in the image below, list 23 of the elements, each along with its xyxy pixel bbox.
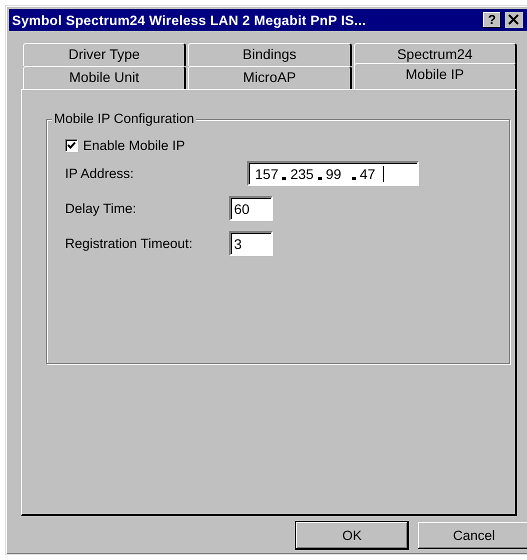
ip-octet: 235: [290, 166, 314, 182]
field-label: IP Address:: [65, 166, 135, 181]
tab[interactable]: Mobile Unit: [23, 66, 186, 89]
group-title: Mobile IP Configuration: [52, 111, 196, 126]
ip-octet: 99: [326, 166, 342, 182]
checkbox-label: Enable Mobile IP: [83, 138, 186, 153]
field-label: Registration Timeout:: [65, 236, 194, 251]
tab[interactable]: Bindings: [188, 43, 352, 66]
help-button[interactable]: ?: [483, 12, 501, 28]
input-field[interactable]: 3: [229, 231, 273, 256]
close-icon[interactable]: [505, 12, 523, 28]
field-label: Delay Time:: [65, 201, 138, 216]
window-title: Symbol Spectrum24 Wireless LAN 2 Megabit PnP IS...: [12, 12, 367, 28]
tab[interactable]: MicroAP: [188, 66, 352, 89]
ip-octet: 157: [255, 166, 278, 182]
dialog-button[interactable]: OK: [296, 522, 408, 549]
tab[interactable]: Mobile IP: [354, 63, 517, 89]
ip-octet: 47: [360, 166, 376, 182]
dialog-button[interactable]: Cancel: [418, 522, 527, 549]
tab[interactable]: Driver Type: [23, 43, 186, 66]
input-field[interactable]: 60: [229, 196, 273, 221]
ip-address-field[interactable]: 157 235 99 47: [247, 161, 419, 186]
checkbox[interactable]: [65, 139, 78, 152]
